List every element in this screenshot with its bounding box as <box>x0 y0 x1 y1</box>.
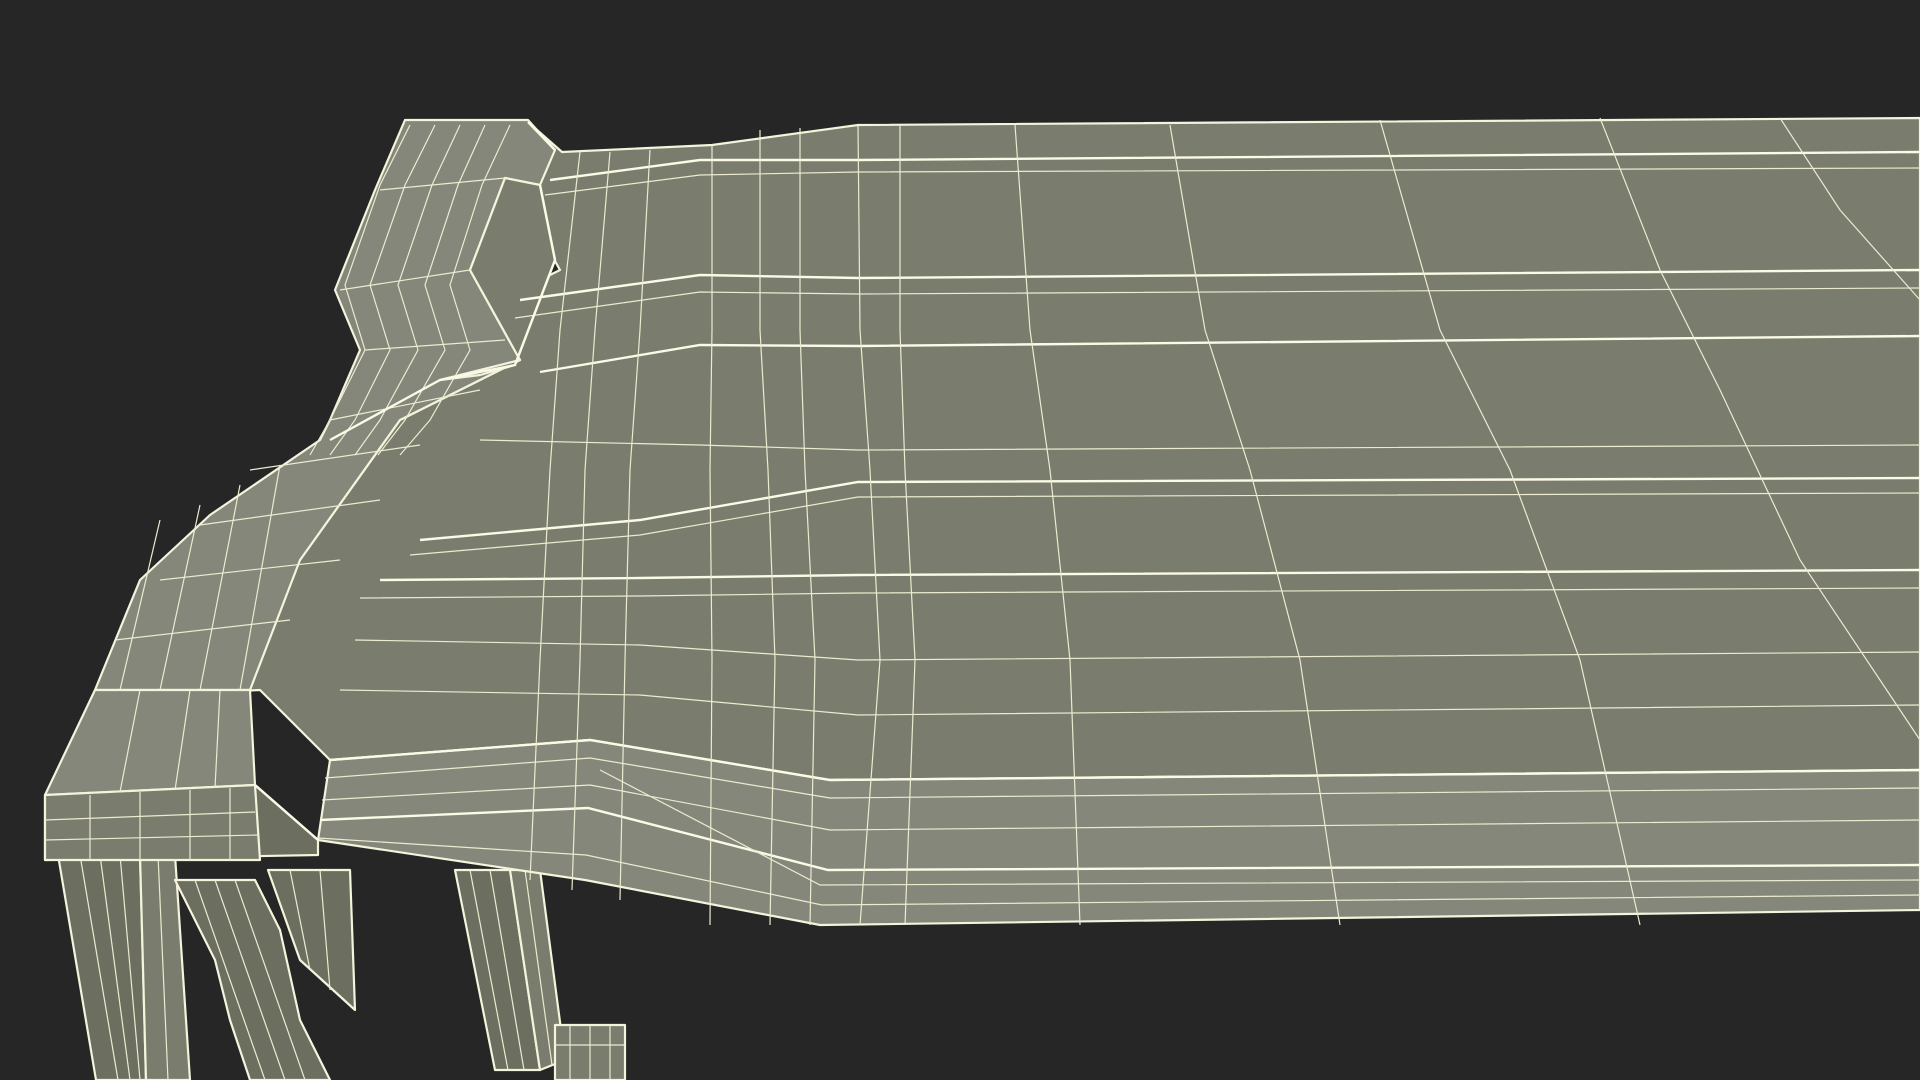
leg-front-left <box>56 853 148 1080</box>
table-legs <box>56 853 627 1080</box>
render-viewport <box>0 0 1920 1080</box>
table-wireframe-model <box>43 116 1920 1080</box>
bracket-front-block <box>43 688 257 797</box>
bracket-front-block-side <box>43 783 262 862</box>
